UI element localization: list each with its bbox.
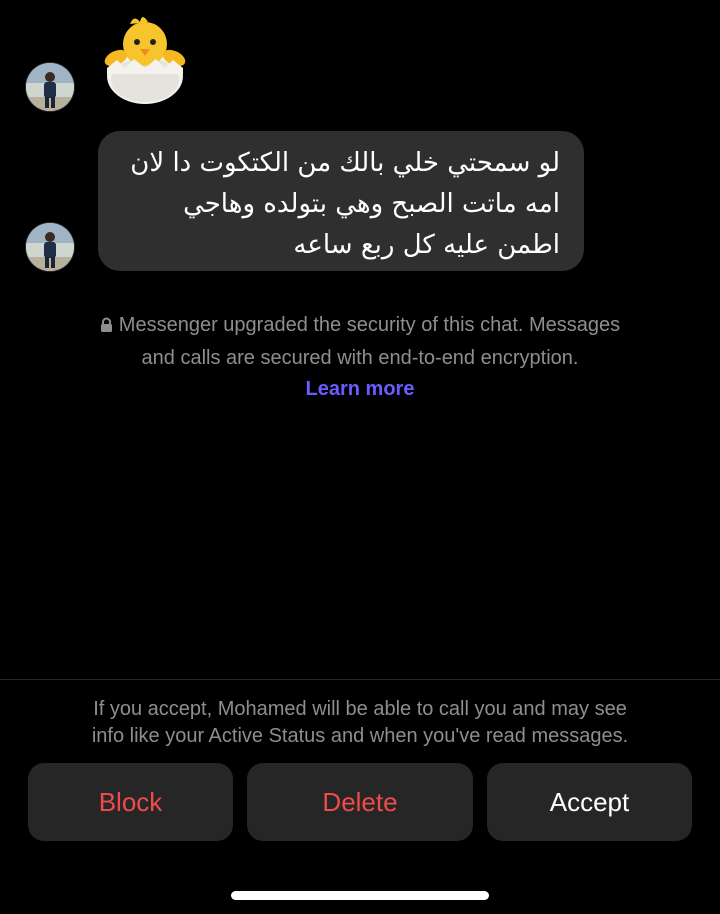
message-line: لو سمحتي خلي بالك من الكتكوت دا لان: [130, 148, 560, 178]
sender-avatar[interactable]: [26, 63, 74, 111]
lock-icon: [100, 312, 113, 343]
divider: [0, 679, 720, 680]
sender-avatar[interactable]: [26, 223, 74, 271]
avatar-photo: [26, 63, 74, 111]
avatar-photo: [26, 223, 74, 271]
hatching-chick-icon: [100, 10, 190, 106]
security-notice-text-1: Messenger upgraded the security of this …: [118, 314, 621, 336]
security-notice-text-2: and calls are secured with end-to-end en…: [141, 347, 579, 369]
message-line: امه ماتت الصبح وهي بتولده وهاجي: [183, 189, 560, 219]
accept-info-line: info like your Active Status and when yo…: [91, 725, 629, 747]
learn-more-link[interactable]: Learn more: [306, 378, 415, 400]
security-notice-line: Messenger upgraded the security of this …: [30, 310, 690, 343]
accept-button[interactable]: Accept: [487, 763, 692, 841]
security-notice: Messenger upgraded the security of this …: [30, 310, 690, 405]
accept-info-line: If you accept, Mohamed will be able to c…: [93, 698, 627, 720]
message-line: اطمن عليه كل ربع ساعه: [293, 230, 560, 260]
block-button[interactable]: Block: [28, 763, 233, 841]
home-indicator[interactable]: [231, 891, 489, 900]
message-bubble[interactable]: لو سمحتي خلي بالك من الكتكوت دا لان امه …: [98, 131, 584, 271]
accept-info-text: If you accept, Mohamed will be able to c…: [20, 696, 700, 750]
delete-button[interactable]: Delete: [247, 763, 473, 841]
